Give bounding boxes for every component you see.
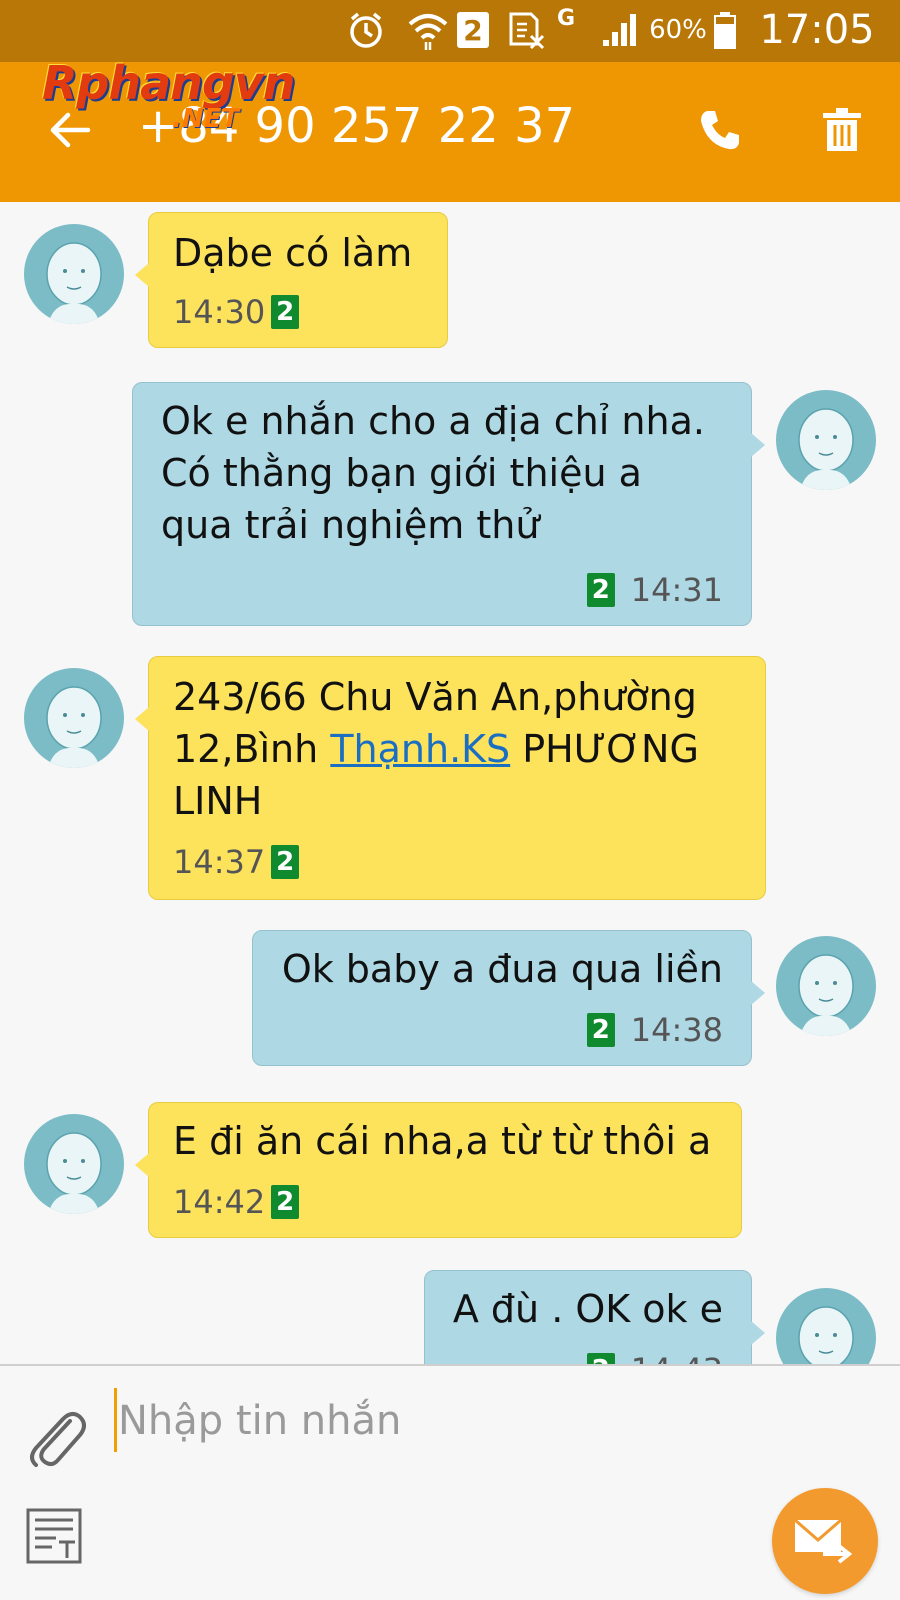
message-row: A đù . OK ok e 2 14:43: [0, 1256, 900, 1364]
watermark-logo: Rphangvn: [42, 56, 296, 110]
message-meta: 2 14:38: [586, 1011, 723, 1049]
network-type: G: [556, 5, 576, 31]
message-time: 14:31: [630, 571, 723, 609]
send-button[interactable]: [772, 1488, 878, 1594]
avatar-icon: [46, 686, 102, 768]
avatar-icon: [46, 242, 102, 324]
alarm-icon: [344, 10, 388, 50]
message-meta: 2 14:31: [586, 571, 723, 609]
message-time: 14:37: [173, 843, 266, 881]
message-row: E đi ăn cái nha,a từ từ thôi a 14:42 2: [0, 1088, 900, 1248]
sim-badge: 2: [271, 845, 300, 879]
attach-button[interactable]: [24, 1396, 88, 1476]
phone-icon: [701, 111, 739, 150]
message-row: Ok e nhắn cho a địa chỉ nha. Có thằng bạ…: [0, 372, 900, 632]
outgoing-message-bubble[interactable]: Ok e nhắn cho a địa chỉ nha. Có thằng bạ…: [132, 382, 765, 626]
signal-icon: [598, 10, 640, 50]
watermark-suffix: .NET: [172, 104, 240, 134]
message-text: 243/66 Chu Văn An,phường 12,Bình Thạnh.K…: [173, 671, 763, 827]
message-time: 14:43: [631, 1351, 723, 1364]
wifi-icon: [406, 10, 450, 50]
avatar-icon: [46, 1132, 102, 1214]
battery-percent: 60%: [649, 15, 707, 45]
message-meta: 14:42 2: [173, 1183, 300, 1221]
message-text: Dạbe có làm: [173, 231, 413, 275]
message-list[interactable]: Dạbe có làm 14:30 2 Ok e nhắn cho a địa …: [0, 202, 900, 1364]
battery-icon: [710, 10, 740, 50]
avatar-icon: [798, 408, 854, 490]
avatar-icon: [798, 1306, 854, 1364]
avatar[interactable]: [24, 224, 124, 324]
outgoing-message-bubble[interactable]: Ok baby a đua qua liền 2 14:38: [252, 930, 765, 1066]
avatar[interactable]: [24, 1114, 124, 1214]
sim-badge: 2: [586, 1013, 615, 1047]
back-arrow-icon: [50, 112, 91, 148]
no-sim-icon: [506, 10, 546, 50]
message-row: Dạbe có làm 14:30 2: [0, 202, 900, 362]
message-text: Ok e nhắn cho a địa chỉ nha. Có thằng bạ…: [161, 399, 705, 547]
sim-badge: 2: [586, 573, 615, 607]
template-button[interactable]: [24, 1506, 84, 1566]
message-time: 14:42: [173, 1183, 266, 1221]
avatar-icon: [798, 954, 854, 1036]
template-text-icon: [26, 1508, 82, 1564]
message-text: Ok baby a đua qua liền: [281, 947, 723, 991]
incoming-message-bubble[interactable]: E đi ăn cái nha,a từ từ thôi a 14:42 2: [135, 1102, 742, 1238]
incoming-message-bubble[interactable]: Dạbe có làm 14:30 2: [135, 212, 448, 348]
back-button[interactable]: [40, 102, 100, 158]
outgoing-message-bubble[interactable]: A đù . OK ok e 2 14:43: [424, 1270, 765, 1364]
message-time: 14:38: [630, 1011, 723, 1049]
message-row: 243/66 Chu Văn An,phường 12,Bình Thạnh.K…: [0, 646, 900, 906]
message-row: Ok baby a đua qua liền 2 14:38: [0, 918, 900, 1078]
status-bar: 2 G 60% 17:05: [0, 0, 900, 62]
sim2-icon: 2: [456, 10, 490, 50]
message-link[interactable]: Thạnh.KS: [330, 727, 510, 771]
message-meta: 2 14:43: [586, 1351, 723, 1364]
message-time: 14:30: [173, 293, 266, 331]
message-text: E đi ăn cái nha,a từ từ thôi a: [173, 1119, 712, 1163]
sim-badge: 2: [271, 1185, 300, 1219]
message-composer: [0, 1364, 900, 1600]
sim-badge: 2: [586, 1353, 615, 1364]
trash-icon: [823, 108, 861, 151]
clock: 17:05: [759, 7, 875, 53]
avatar[interactable]: [776, 1288, 876, 1364]
message-meta: 14:30 2: [173, 293, 300, 331]
avatar[interactable]: [776, 936, 876, 1036]
delete-button[interactable]: [812, 102, 872, 158]
incoming-message-bubble[interactable]: 243/66 Chu Văn An,phường 12,Bình Thạnh.K…: [135, 656, 766, 900]
sim-badge: 2: [271, 295, 300, 329]
avatar[interactable]: [776, 390, 876, 490]
message-meta: 14:37 2: [173, 843, 300, 881]
paperclip-icon: [30, 1412, 86, 1467]
avatar[interactable]: [24, 668, 124, 768]
text-cursor: [114, 1388, 117, 1452]
message-text: A đù . OK ok e: [452, 1287, 723, 1331]
send-message-icon: [794, 1518, 853, 1564]
message-input[interactable]: [118, 1386, 718, 1456]
call-button[interactable]: [690, 102, 750, 158]
